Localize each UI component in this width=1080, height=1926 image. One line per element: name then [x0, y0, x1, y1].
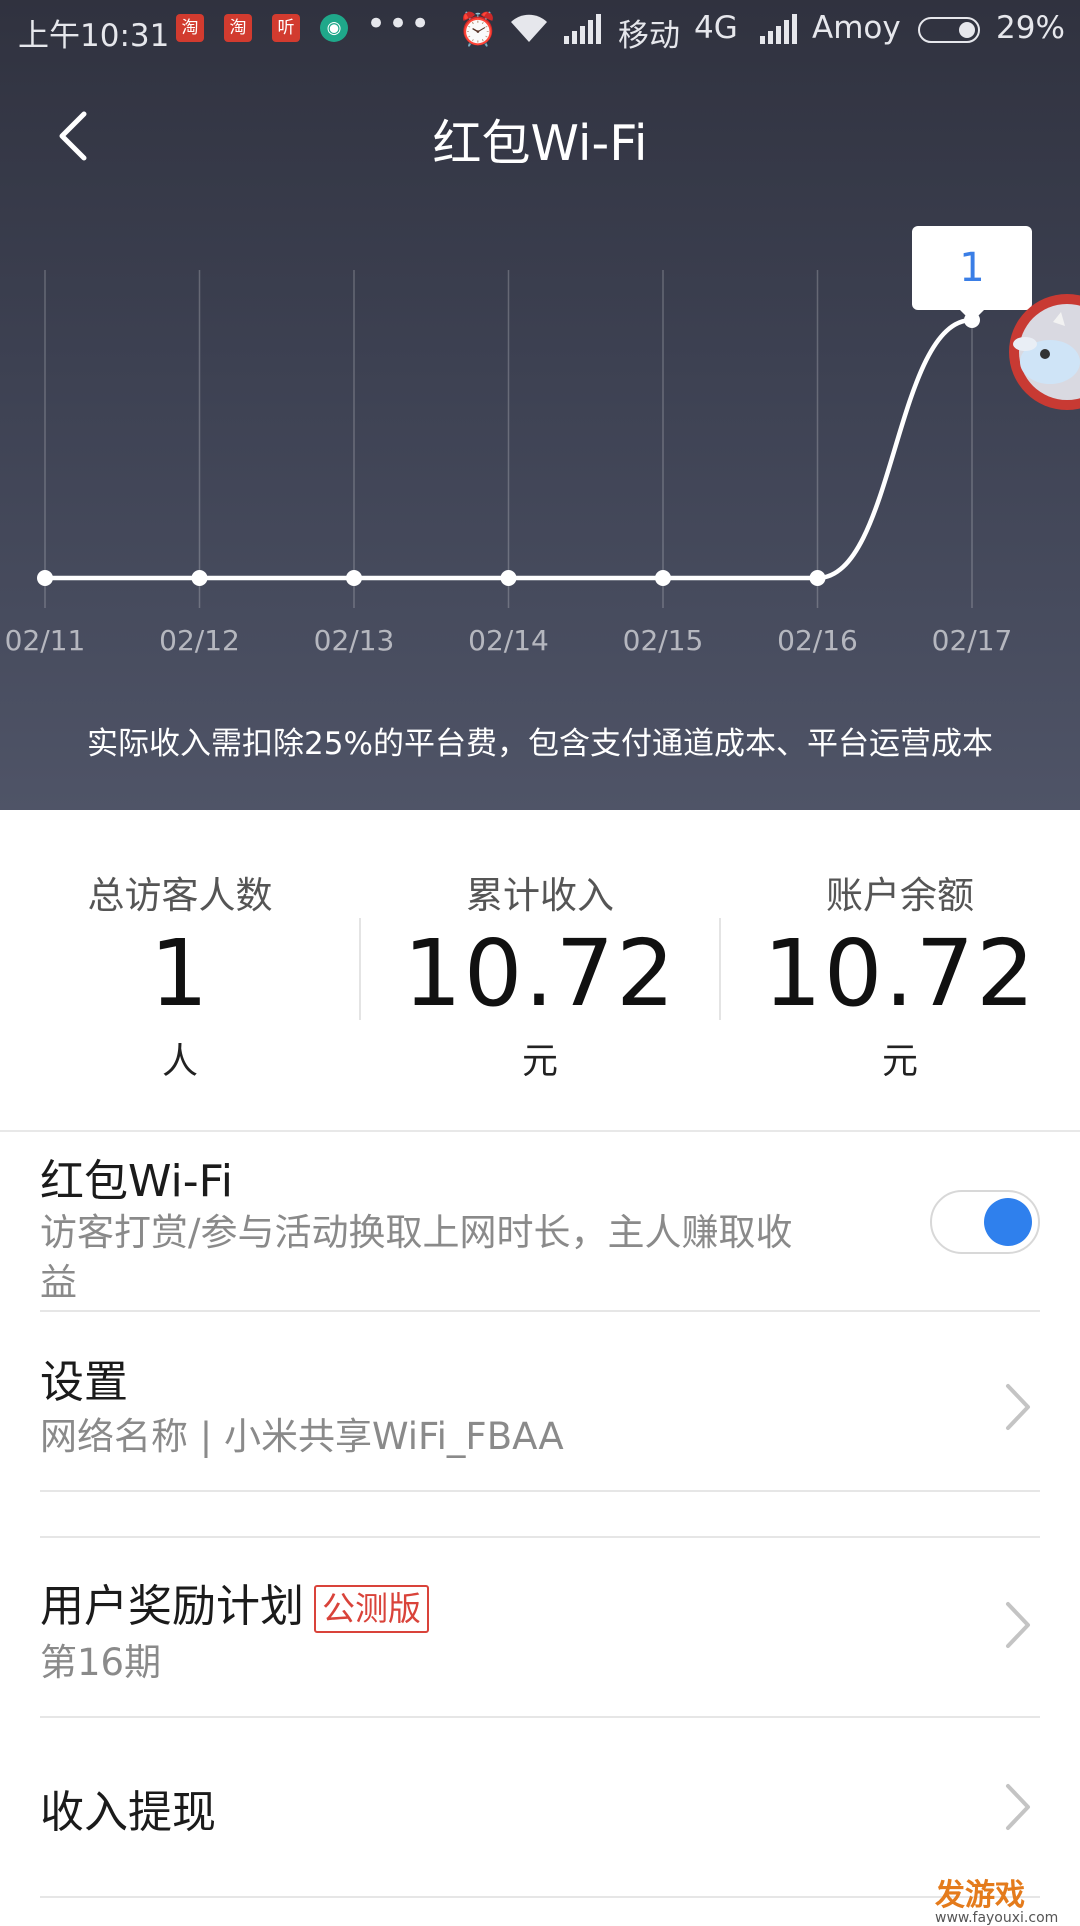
rewards-title: 用户奖励计划 — [40, 1581, 304, 1632]
stat-label: 账户余额 — [826, 874, 974, 917]
row-title: 收入提现 — [40, 1787, 216, 1838]
row-title: 红包Wi-Fi — [40, 1156, 233, 1207]
mascot-icon[interactable] — [1005, 282, 1080, 432]
settings-row[interactable]: 设置 网络名称 | 小米共享WiFi_FBAA — [40, 1312, 1040, 1490]
stat-unit: 元 — [881, 1041, 918, 1082]
chevron-right-icon — [1006, 1784, 1030, 1830]
app-notification-icon: ◉ — [320, 14, 348, 42]
stat-divider — [359, 918, 361, 1020]
watermark-brand: 发游戏 — [935, 1878, 1025, 1913]
rewards-period: 第16期 — [40, 1641, 162, 1684]
chevron-right-icon — [1006, 1602, 1030, 1648]
x-tick-label: 02/16 — [777, 624, 858, 657]
x-tick-label: 02/14 — [468, 624, 549, 657]
stat-label: 累计收入 — [466, 874, 614, 917]
stat-value: 10.72 — [403, 920, 677, 1027]
data-point[interactable] — [809, 570, 826, 586]
beta-badge: 公测版 — [314, 1585, 429, 1633]
watermark: 发游戏 www.fayouxi.com — [935, 1870, 1058, 1926]
status-bar: 上午10:31 淘 淘 听 ◉ ••• ⏰ 移动 4G Amoy 29% — [0, 0, 1080, 62]
header-panel: 上午10:31 淘 淘 听 ◉ ••• ⏰ 移动 4G Amoy 29% 红包W… — [0, 0, 1080, 810]
wifi-toggle-switch[interactable] — [930, 1190, 1040, 1254]
data-point[interactable] — [655, 570, 671, 586]
wifi-icon — [511, 14, 547, 43]
taobao-notification-icon: 淘 — [224, 14, 252, 42]
signal-icon — [760, 14, 797, 44]
stat-value: 1 — [149, 920, 211, 1027]
row-subtitle: 访客打赏/参与活动换取上网时长，主人赚取收 — [40, 1211, 793, 1254]
rewards-row[interactable]: 用户奖励计划 公测版 第16期 — [40, 1538, 1040, 1716]
alarm-icon: ⏰ — [458, 10, 498, 48]
x-tick-label: 02/12 — [159, 624, 240, 657]
wifi-toggle-row[interactable]: 红包Wi-Fi 访客打赏/参与活动换取上网时长，主人赚取收 益 — [40, 1140, 1040, 1310]
withdraw-row[interactable]: 收入提现 — [40, 1718, 1040, 1898]
row-subtitle: 益 — [40, 1261, 77, 1304]
stat-total-income: 累计收入 10.72 元 — [360, 810, 720, 1130]
data-point[interactable] — [346, 570, 362, 586]
row-divider — [40, 1490, 1040, 1492]
watermark-url: www.fayouxi.com — [935, 1910, 1059, 1926]
chevron-right-icon — [1006, 1384, 1030, 1430]
row-title: 用户奖励计划 公测版 — [40, 1570, 429, 1634]
x-tick-label: 02/13 — [314, 624, 395, 657]
battery-icon — [918, 17, 980, 43]
network-name: 网络名称 | 小米共享WiFi_FBAA — [40, 1415, 564, 1458]
data-point[interactable] — [191, 570, 208, 586]
carrier-label: 移动 — [618, 18, 680, 54]
x-tick-label: 02/15 — [623, 624, 704, 657]
more-notifications-icon: ••• — [366, 4, 433, 44]
battery-percent: 29% — [996, 10, 1065, 46]
signal-icon — [564, 14, 601, 44]
stat-unit: 人 — [161, 1041, 198, 1082]
row-title: 设置 — [40, 1357, 128, 1408]
platform-fee-note: 实际收入需扣除25%的平台费，包含支付通道成本、平台运营成本 — [87, 726, 993, 762]
data-point[interactable] — [500, 570, 517, 586]
stat-account-balance: 账户余额 10.72 元 — [720, 810, 1080, 1130]
page-title: 红包Wi-Fi — [432, 115, 648, 172]
x-tick-label: 02/17 — [932, 624, 1013, 657]
data-point[interactable] — [37, 570, 53, 586]
network-type: 4G — [694, 10, 738, 46]
stat-unit: 元 — [521, 1041, 558, 1082]
x-tick-label: 02/11 — [5, 624, 86, 657]
status-time: 上午10:31 — [18, 18, 170, 54]
taobao-notification-icon: 淘 — [176, 14, 204, 42]
row-divider — [40, 1896, 1040, 1898]
stat-divider — [719, 918, 721, 1020]
stat-total-visitors: 总访客人数 1 人 — [0, 810, 360, 1130]
stat-value: 10.72 — [763, 920, 1037, 1027]
stats-panel: 总访客人数 1 人 累计收入 10.72 元 账户余额 10.72 元 — [0, 810, 1080, 1130]
carrier-label: Amoy — [812, 10, 901, 46]
section-divider — [0, 1130, 1080, 1132]
stat-label: 总访客人数 — [87, 874, 273, 917]
listen-notification-icon: 听 — [272, 14, 300, 42]
toggle-knob — [984, 1198, 1032, 1246]
